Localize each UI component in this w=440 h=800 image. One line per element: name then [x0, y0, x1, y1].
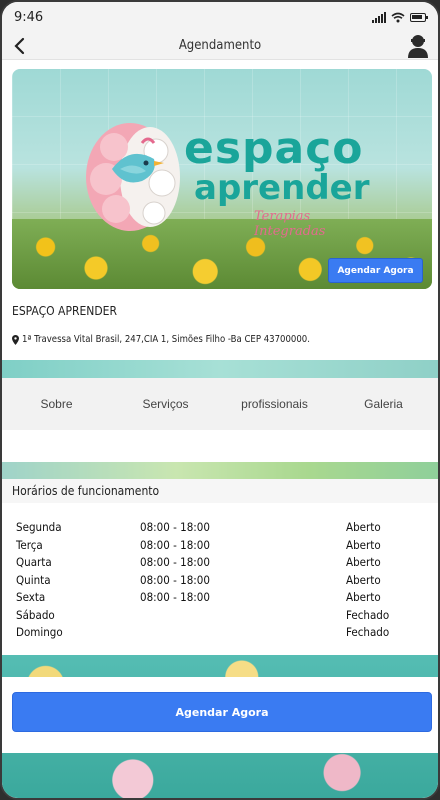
- hours-row: Terça 08:00 - 18:00 Aberto: [2, 538, 438, 555]
- hours-day: Segunda: [16, 520, 62, 534]
- book-now-button[interactable]: Agendar Agora: [12, 692, 432, 732]
- hours-status: Aberto: [346, 555, 381, 569]
- tab-sobre[interactable]: Sobre: [2, 397, 111, 411]
- hours-row: Segunda 08:00 - 18:00 Aberto: [2, 520, 438, 537]
- hours-section-title: Horários de funcionamento: [2, 479, 438, 503]
- hours-row: Sexta 08:00 - 18:00 Aberto: [2, 590, 438, 607]
- business-address: 1ª Travessa Vital Brasil, 247,CIA 1, Sim…: [12, 334, 310, 345]
- hours-day: Sábado: [16, 607, 55, 622]
- hours-day: Domingo: [16, 625, 63, 639]
- banner-book-now-button[interactable]: Agendar Agora: [328, 258, 423, 283]
- location-pin-icon: [12, 334, 19, 345]
- signal-icon: [372, 11, 386, 23]
- business-name: ESPAÇO APRENDER: [12, 304, 117, 318]
- hours-day: Quarta: [16, 555, 52, 569]
- app-header: Agendamento: [2, 32, 438, 60]
- hours-time: 08:00 - 18:00: [140, 537, 210, 552]
- chevron-left-icon: [14, 37, 25, 55]
- hours-row: Domingo Fechado: [2, 625, 438, 642]
- tab-bar: Sobre Serviços profissionais Galeria: [2, 378, 438, 430]
- logo-wordmark-line1: espaço: [184, 123, 364, 174]
- status-bar: 9:46: [2, 2, 438, 32]
- hours-status: Aberto: [346, 572, 381, 587]
- hours-status: Fechado: [346, 625, 390, 639]
- hours-status: Aberto: [346, 520, 381, 534]
- logo-tagline: Terapias Integradas: [254, 209, 326, 239]
- hours-time: 08:00 - 18:00: [140, 520, 210, 534]
- hours-time: 08:00 - 18:00: [140, 555, 210, 569]
- brain-bird-logo-icon: [86, 123, 180, 231]
- decorative-strip: [2, 360, 438, 378]
- hours-row: Quarta 08:00 - 18:00 Aberto: [2, 555, 438, 572]
- hours-day: Sexta: [16, 590, 46, 604]
- hours-status: Aberto: [346, 537, 381, 552]
- decorative-strip: [2, 462, 438, 479]
- battery-icon: [410, 12, 428, 22]
- status-time: 9:46: [14, 9, 44, 25]
- back-button[interactable]: [8, 34, 30, 58]
- hours-time: 08:00 - 18:00: [140, 572, 210, 587]
- page-title: Agendamento: [178, 38, 262, 53]
- hours-status: Aberto: [346, 590, 381, 604]
- status-icons: [372, 11, 428, 23]
- business-banner: espaço aprender Terapias Integradas Agen…: [12, 69, 432, 289]
- hours-row: Quinta 08:00 - 18:00 Aberto: [2, 573, 438, 590]
- hours-table: Segunda 08:00 - 18:00 Aberto Terça 08:00…: [2, 503, 438, 655]
- tab-galeria[interactable]: Galeria: [329, 397, 438, 411]
- hours-row: Sábado Fechado: [2, 608, 438, 625]
- tab-servicos[interactable]: Serviços: [111, 397, 220, 411]
- tab-profissionais[interactable]: profissionais: [220, 397, 329, 411]
- footer-background: Agendar Agora: [2, 655, 438, 798]
- content-area[interactable]: espaço aprender Terapias Integradas Agen…: [2, 60, 438, 798]
- tab-content-panel: [2, 430, 438, 462]
- business-address-text: 1ª Travessa Vital Brasil, 247,CIA 1, Sim…: [22, 334, 310, 345]
- user-icon: [408, 35, 428, 58]
- business-logo: espaço aprender Terapias Integradas: [84, 117, 384, 239]
- hours-day: Terça: [16, 537, 43, 552]
- logo-wordmark-line2: aprender: [194, 168, 370, 208]
- hours-time: 08:00 - 18:00: [140, 590, 210, 604]
- hours-status: Fechado: [346, 607, 390, 622]
- phone-frame: 9:46 Agendamento espaço aprender Terapia…: [0, 0, 440, 800]
- user-profile-button[interactable]: [406, 33, 430, 59]
- wifi-icon: [391, 12, 405, 22]
- hours-day: Quinta: [16, 572, 51, 587]
